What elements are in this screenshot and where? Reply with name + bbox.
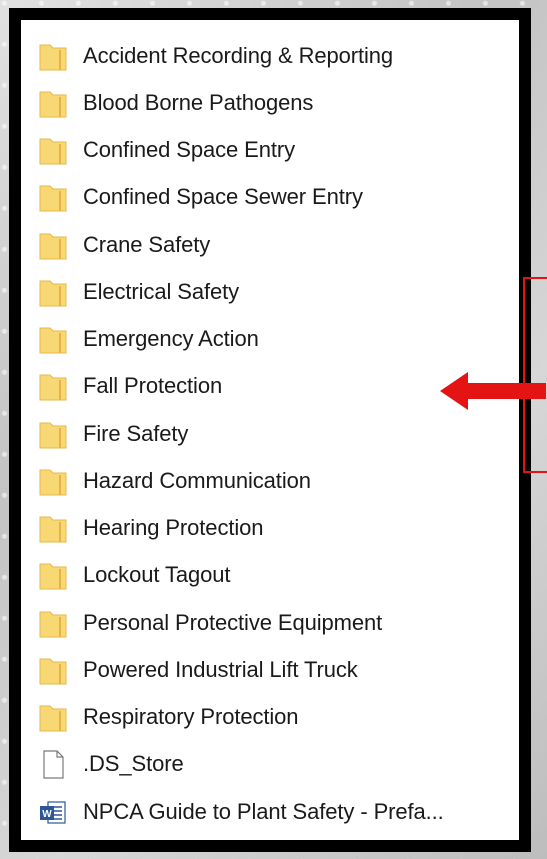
item-label: Powered Industrial Lift Truck xyxy=(83,656,358,682)
svg-text:W: W xyxy=(42,809,52,820)
folder-item[interactable]: Personal Protective Equipment xyxy=(21,599,519,646)
folder-item[interactable]: Crane Safety xyxy=(21,221,519,268)
folder-item[interactable]: Confined Space Entry xyxy=(21,127,519,174)
folder-icon xyxy=(39,41,67,71)
folder-item[interactable]: Accident Recording & Reporting xyxy=(21,32,519,79)
item-label: Fire Safety xyxy=(83,420,189,446)
item-label: Personal Protective Equipment xyxy=(83,609,383,635)
folder-icon xyxy=(39,419,67,449)
folder-item[interactable]: Powered Industrial Lift Truck xyxy=(21,646,519,693)
folder-icon xyxy=(39,560,67,590)
folder-item[interactable]: Confined Space Sewer Entry xyxy=(21,174,519,221)
red-callout-bottom xyxy=(523,471,547,473)
item-label: Accident Recording & Reporting xyxy=(83,42,394,68)
folder-icon xyxy=(39,371,67,401)
item-label: Lockout Tagout xyxy=(83,562,231,588)
item-label: Emergency Action xyxy=(83,326,259,352)
blank-file-icon xyxy=(39,749,67,779)
item-label: Confined Space Entry xyxy=(83,137,296,163)
item-label: .DS_Store xyxy=(83,751,184,777)
item-label: Hazard Communication xyxy=(83,467,311,493)
item-label: Confined Space Sewer Entry xyxy=(83,184,363,210)
folder-icon xyxy=(39,608,67,638)
folder-item[interactable]: Electrical Safety xyxy=(21,268,519,315)
folder-icon xyxy=(39,182,67,212)
folder-icon xyxy=(39,466,67,496)
folder-icon xyxy=(39,324,67,354)
folder-icon xyxy=(39,135,67,165)
folder-icon xyxy=(39,513,67,543)
item-label: NPCA Guide to Plant Safety - Prefa... xyxy=(83,798,444,824)
red-callout-top xyxy=(523,277,547,279)
folder-item[interactable]: Lockout Tagout xyxy=(21,552,519,599)
file-item[interactable]: W NPCA Guide to Plant Safety - Prefa... xyxy=(21,788,519,835)
file-list: Accident Recording & Reporting Blood Born… xyxy=(21,32,519,835)
folder-item[interactable]: Emergency Action xyxy=(21,316,519,363)
word-document-icon: W xyxy=(39,797,67,827)
item-label: Blood Borne Pathogens xyxy=(83,89,314,115)
file-item[interactable]: .DS_Store xyxy=(21,741,519,788)
folder-icon xyxy=(39,230,67,260)
folder-item[interactable]: Hearing Protection xyxy=(21,505,519,552)
folder-icon xyxy=(39,702,67,732)
item-label: Electrical Safety xyxy=(83,278,240,304)
folder-icon xyxy=(39,277,67,307)
folder-item[interactable]: Blood Borne Pathogens xyxy=(21,79,519,126)
folder-item[interactable]: Respiratory Protection xyxy=(21,694,519,741)
folder-icon xyxy=(39,88,67,118)
red-callout-line xyxy=(523,277,525,472)
folder-icon xyxy=(39,655,67,685)
item-label: Respiratory Protection xyxy=(83,704,299,730)
red-arrow-icon xyxy=(440,372,546,410)
folder-item[interactable]: Hazard Communication xyxy=(21,457,519,504)
file-list-panel: Accident Recording & Reporting Blood Born… xyxy=(21,20,519,840)
item-label: Fall Protection xyxy=(83,373,223,399)
folder-item[interactable]: Fire Safety xyxy=(21,410,519,457)
item-label: Crane Safety xyxy=(83,231,211,257)
item-label: Hearing Protection xyxy=(83,515,264,541)
